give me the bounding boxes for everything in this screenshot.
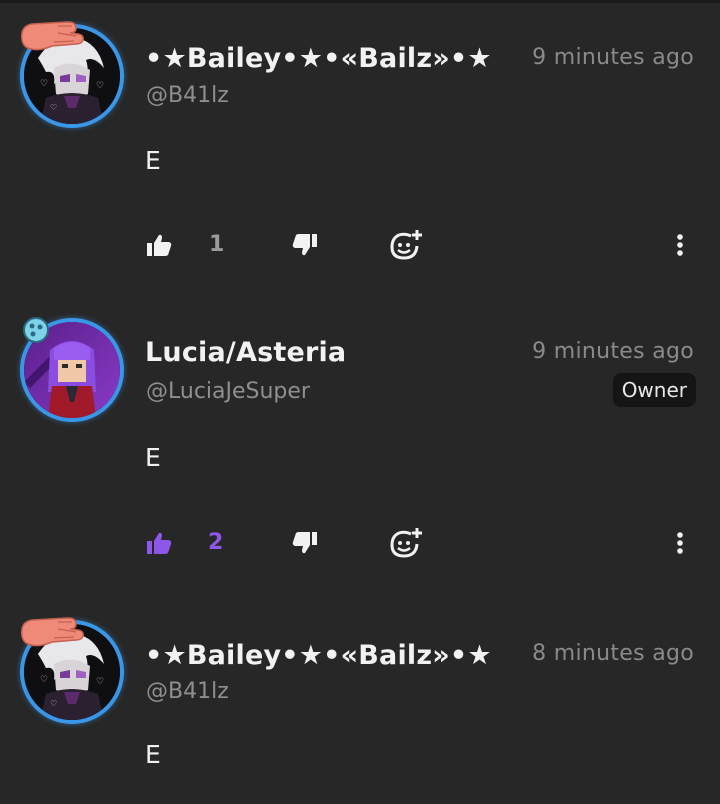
comments-page: ♡ ♡ ♡ •★Bailey•★•«Bailz»•★ @B41lz 9 minu…: [0, 0, 720, 804]
svg-text:♡: ♡: [96, 677, 104, 687]
thumbs-up-icon: [147, 234, 172, 256]
comment-timestamp: 8 minutes ago: [532, 641, 694, 666]
owner-badge: Owner: [612, 373, 696, 407]
top-divider: [0, 0, 720, 3]
thumbs-down-icon: [292, 234, 317, 256]
like-button[interactable]: [144, 230, 174, 260]
thumbs-up-icon: [147, 532, 172, 554]
svg-text:♡: ♡: [40, 675, 48, 685]
comment-handle[interactable]: @B41lz: [146, 83, 229, 108]
comment-timestamp: 9 minutes ago: [532, 45, 694, 70]
add-reaction-button[interactable]: [389, 228, 423, 262]
dislike-button[interactable]: [290, 528, 320, 558]
comment-handle[interactable]: @LuciaJeSuper: [146, 379, 310, 404]
svg-text:♡: ♡: [96, 81, 104, 91]
comment-text: E: [145, 740, 161, 769]
avatar[interactable]: ♡ ♡ ♡: [20, 21, 124, 128]
more-vertical-icon: [677, 234, 683, 256]
comment-text: E: [145, 146, 161, 175]
svg-text:♡: ♡: [40, 79, 48, 89]
add-reaction-icon: [390, 230, 422, 260]
svg-text:♡: ♡: [50, 103, 57, 112]
comment-timestamp: 9 minutes ago: [532, 339, 694, 364]
like-count: 1: [209, 232, 225, 257]
like-count: 2: [208, 530, 224, 555]
palette-sticker-icon: [23, 317, 49, 343]
add-reaction-icon: [390, 528, 422, 558]
hand-sticker-icon: [20, 617, 84, 647]
more-options-button[interactable]: [668, 528, 692, 558]
hand-sticker-icon: [20, 21, 84, 51]
avatar[interactable]: ♡ ♡ ♡: [20, 617, 124, 724]
svg-text:♡: ♡: [50, 699, 57, 708]
thumbs-down-icon: [292, 532, 317, 554]
comment-handle[interactable]: @B41lz: [146, 679, 229, 704]
more-options-button[interactable]: [668, 230, 692, 260]
comment-username[interactable]: •★Bailey•★•«Bailz»•★: [145, 43, 492, 74]
avatar[interactable]: [20, 317, 124, 422]
comment-username[interactable]: •★Bailey•★•«Bailz»•★: [145, 640, 492, 671]
dislike-button[interactable]: [290, 230, 320, 260]
comment-username[interactable]: Lucia/Asteria: [145, 337, 346, 368]
more-vertical-icon: [677, 532, 683, 554]
like-button[interactable]: [144, 528, 174, 558]
add-reaction-button[interactable]: [389, 526, 423, 560]
comment-text: E: [145, 443, 161, 472]
